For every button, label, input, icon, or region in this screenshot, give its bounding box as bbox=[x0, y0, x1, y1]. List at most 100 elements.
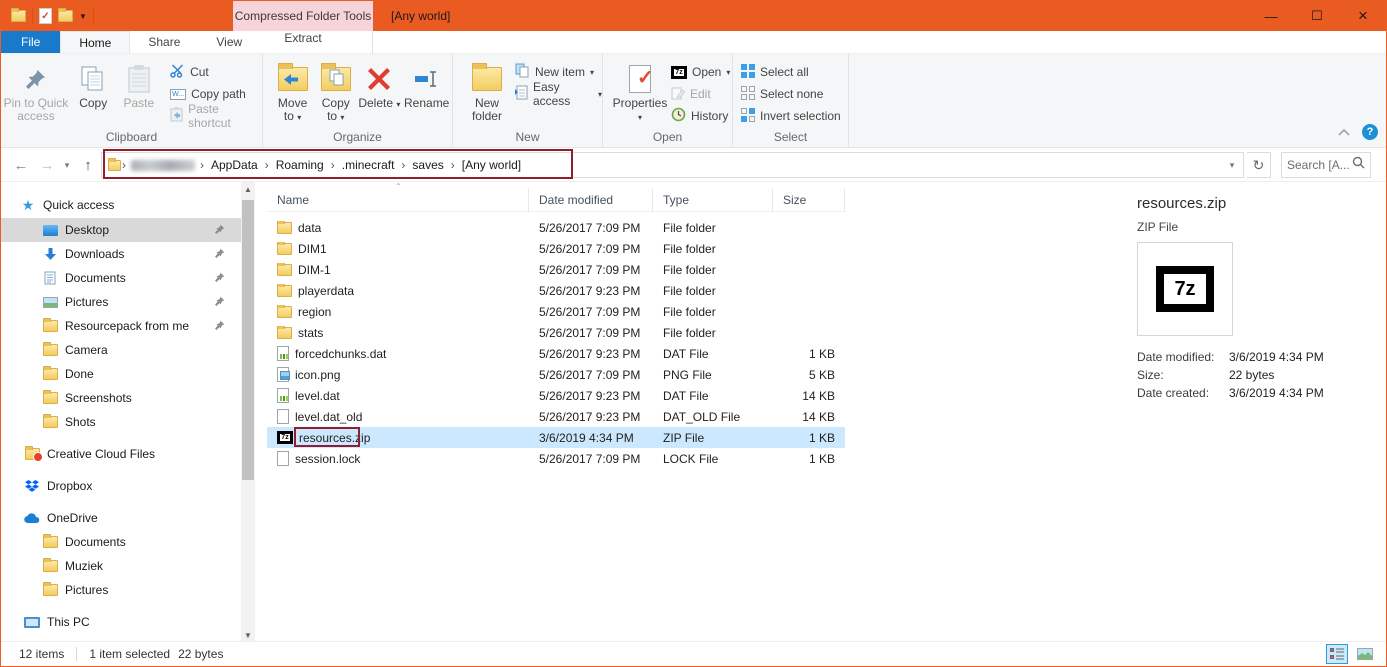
refresh-icon[interactable]: ↻ bbox=[1247, 152, 1271, 178]
breadcrumb-segment[interactable]: saves bbox=[406, 158, 449, 172]
contextual-tab-header: Compressed Folder Tools bbox=[233, 1, 373, 31]
history-button[interactable]: History bbox=[671, 107, 730, 125]
column-header-date-modified[interactable]: Date modified bbox=[529, 188, 653, 212]
folder-icon bbox=[41, 560, 59, 572]
sidebar-item-quick-access[interactable]: ★ Quick access bbox=[1, 193, 241, 217]
file-row-level-dat[interactable]: level.dat 5/26/2017 9:23 PMDAT File14 KB bbox=[267, 385, 845, 406]
details-field: Date created:3/6/2019 4:34 PM bbox=[1137, 386, 1377, 400]
sidebar-item-onedrive-documents[interactable]: Documents bbox=[1, 530, 241, 554]
edit-button[interactable]: Edit bbox=[671, 85, 730, 103]
new-folder-button[interactable]: New folder bbox=[463, 59, 511, 123]
file-row-region[interactable]: region 5/26/2017 7:09 PMFile folder bbox=[267, 301, 845, 322]
copy-to-button[interactable]: Copy to ▾ bbox=[314, 59, 357, 124]
sidebar-item-screenshots[interactable]: Screenshots bbox=[1, 386, 241, 410]
breadcrumb[interactable]: › › AppData › Roaming › .minecraft › sav… bbox=[101, 152, 1244, 178]
delete-button[interactable]: Delete ▾ bbox=[357, 59, 401, 111]
column-header-size[interactable]: Size bbox=[773, 188, 845, 212]
sidebar-item-pictures[interactable]: Pictures bbox=[1, 290, 241, 314]
sidebar-item-creative-cloud-files[interactable]: Creative Cloud Files bbox=[1, 442, 241, 466]
sidebar-scrollbar[interactable]: ▲ ▼ bbox=[241, 182, 255, 642]
tab-file[interactable]: File bbox=[1, 31, 60, 53]
details-file-type: ZIP File bbox=[1137, 220, 1178, 234]
new-item-button[interactable]: New item▾ bbox=[515, 63, 602, 81]
sidebar-item-downloads[interactable]: Downloads bbox=[1, 242, 241, 266]
breadcrumb-segment[interactable]: Roaming bbox=[270, 158, 330, 172]
folder-icon bbox=[41, 344, 59, 356]
move-to-button[interactable]: Move to ▾ bbox=[271, 59, 314, 124]
breadcrumb-segment[interactable]: .minecraft bbox=[336, 158, 401, 172]
sidebar-item-this-pc[interactable]: This PC bbox=[1, 610, 241, 634]
recent-locations-icon[interactable]: ▾ bbox=[59, 148, 75, 182]
rename-icon bbox=[415, 61, 439, 97]
collapse-ribbon-icon[interactable] bbox=[1338, 123, 1350, 141]
divider bbox=[93, 8, 94, 24]
new-folder-icon bbox=[472, 61, 502, 97]
file-row-forcedchunks[interactable]: forcedchunks.dat 5/26/2017 9:23 PMDAT Fi… bbox=[267, 343, 845, 364]
up-icon[interactable]: ↑ bbox=[77, 148, 99, 182]
close-button[interactable]: × bbox=[1340, 1, 1386, 31]
copy-path-button[interactable]: W... Copy path bbox=[170, 85, 262, 103]
file-row-level-dat-old[interactable]: level.dat_old 5/26/2017 9:23 PMDAT_OLD F… bbox=[267, 406, 845, 427]
sidebar-item-documents[interactable]: Documents bbox=[1, 266, 241, 290]
properties-qat-icon[interactable]: ✓ bbox=[39, 8, 52, 24]
sidebar-item-onedrive-pictures[interactable]: Pictures bbox=[1, 578, 241, 602]
sidebar-item-muziek[interactable]: Muziek bbox=[1, 554, 241, 578]
tab-extract[interactable]: Extract bbox=[233, 31, 373, 45]
tab-share[interactable]: Share bbox=[130, 31, 198, 53]
tab-home[interactable]: Home bbox=[60, 31, 130, 53]
pin-to-quick-access-button[interactable]: Pin to Quick access bbox=[1, 59, 71, 123]
column-header-name[interactable]: Name ⌃ bbox=[267, 188, 529, 212]
invert-selection-button[interactable]: Invert selection bbox=[741, 107, 841, 125]
sidebar-item-desktop[interactable]: Desktop bbox=[1, 218, 241, 242]
select-all-button[interactable]: Select all bbox=[741, 63, 841, 81]
minimize-button[interactable]: — bbox=[1248, 1, 1294, 31]
file-row-stats[interactable]: stats 5/26/2017 7:09 PMFile folder bbox=[267, 322, 845, 343]
open-button[interactable]: 7z Open▾ bbox=[671, 63, 730, 81]
file-row-data[interactable]: data 5/26/2017 7:09 PMFile folder bbox=[267, 217, 845, 238]
easy-access-button[interactable]: Easy access▾ bbox=[515, 85, 602, 103]
search-icon[interactable] bbox=[1352, 156, 1365, 174]
maximize-button[interactable]: ☐ bbox=[1294, 1, 1340, 31]
sidebar-item-camera[interactable]: Camera bbox=[1, 338, 241, 362]
scroll-up-icon[interactable]: ▲ bbox=[241, 182, 255, 196]
dropdown-arrow-icon: ▾ bbox=[590, 68, 594, 77]
back-icon[interactable]: ← bbox=[9, 148, 33, 182]
sidebar-item-resourcepack[interactable]: Resourcepack from me bbox=[1, 314, 241, 338]
forward-icon[interactable]: → bbox=[35, 148, 59, 182]
cut-button[interactable]: Cut bbox=[170, 63, 262, 81]
cut-icon bbox=[170, 64, 185, 81]
paste-button[interactable]: Paste bbox=[116, 59, 163, 110]
pin-icon bbox=[25, 61, 47, 97]
file-row-icon-png[interactable]: icon.png 5/26/2017 7:09 PMPNG File5 KB bbox=[267, 364, 845, 385]
rename-button[interactable]: Rename bbox=[401, 59, 452, 110]
sidebar-item-shots[interactable]: Shots bbox=[1, 410, 241, 434]
select-all-icon bbox=[741, 64, 755, 81]
column-header-type[interactable]: Type bbox=[653, 188, 773, 212]
breadcrumb-segment[interactable]: [Any world] bbox=[456, 158, 527, 172]
details-view-button[interactable] bbox=[1326, 644, 1348, 664]
folder-icon[interactable] bbox=[11, 10, 26, 22]
file-row-dim-1[interactable]: DIM-1 5/26/2017 7:09 PMFile folder bbox=[267, 259, 845, 280]
sidebar-item-done[interactable]: Done bbox=[1, 362, 241, 386]
properties-button[interactable]: ✓ Properties ▾ bbox=[611, 59, 669, 124]
sidebar-item-dropbox[interactable]: Dropbox bbox=[1, 474, 241, 498]
thumbnail-view-button[interactable] bbox=[1354, 644, 1376, 664]
select-none-button[interactable]: Select none bbox=[741, 85, 841, 103]
scroll-down-icon[interactable]: ▼ bbox=[241, 628, 255, 642]
qat-customize-icon[interactable]: ▼ bbox=[79, 12, 87, 21]
sidebar-item-onedrive[interactable]: OneDrive bbox=[1, 506, 241, 530]
file-row-playerdata[interactable]: playerdata 5/26/2017 9:23 PMFile folder bbox=[267, 280, 845, 301]
group-label-select: Select bbox=[733, 130, 848, 144]
onedrive-cloud-icon bbox=[23, 513, 41, 524]
breadcrumb-segment[interactable]: AppData bbox=[205, 158, 264, 172]
folder-icon[interactable] bbox=[58, 10, 73, 22]
copy-button[interactable]: Copy bbox=[71, 59, 116, 110]
help-icon[interactable]: ? bbox=[1362, 124, 1378, 140]
file-row-session-lock[interactable]: session.lock 5/26/2017 7:09 PMLOCK File1… bbox=[267, 448, 845, 469]
file-row-resources-zip[interactable]: 7zresources.zip 3/6/2019 4:34 PMZIP File… bbox=[267, 427, 845, 448]
scrollbar-thumb[interactable] bbox=[242, 200, 254, 480]
search-box[interactable]: Search [A... bbox=[1281, 152, 1371, 178]
paste-shortcut-button[interactable]: Paste shortcut bbox=[170, 107, 262, 125]
file-row-dim1[interactable]: DIM1 5/26/2017 7:09 PMFile folder bbox=[267, 238, 845, 259]
address-dropdown-icon[interactable]: ▾ bbox=[1223, 153, 1241, 177]
